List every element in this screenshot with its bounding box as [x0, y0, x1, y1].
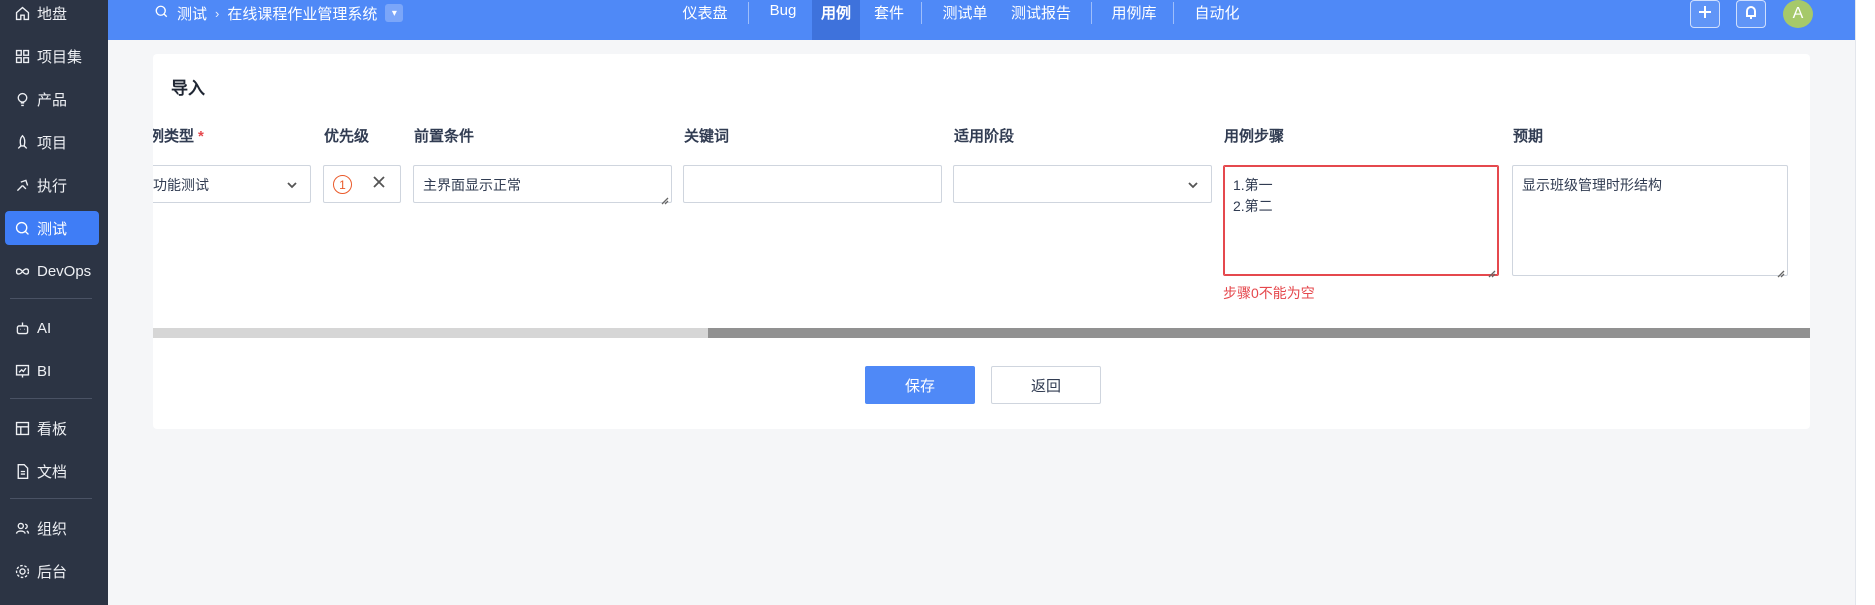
- column-label-priority: 优先级: [324, 128, 370, 145]
- document-icon: [13, 462, 31, 480]
- breadcrumb: 测试 › 在线课程作业管理系统 ▾: [154, 0, 404, 26]
- column-label-stage: 适用阶段: [954, 128, 1015, 145]
- nav-divider: [1091, 2, 1092, 24]
- nav-divider: [1173, 2, 1174, 24]
- sidebar-item-admin[interactable]: 后台: [5, 554, 99, 588]
- resize-handle-icon[interactable]: [661, 192, 669, 205]
- sidebar-item-kanban[interactable]: 看板: [5, 411, 99, 445]
- notification-button[interactable]: [1736, 0, 1766, 28]
- scrollbar-thumb[interactable]: [708, 328, 1810, 338]
- nav-case[interactable]: 用例: [812, 0, 860, 40]
- sidebar-item-label: 项目集: [37, 48, 83, 66]
- keywords-input[interactable]: [683, 165, 942, 203]
- run-icon: [13, 176, 31, 194]
- chevron-down-icon[interactable]: ▾: [385, 4, 404, 22]
- resize-handle-icon[interactable]: [1777, 265, 1785, 278]
- page-title: 导入: [171, 79, 205, 98]
- bell-icon: [1743, 4, 1759, 24]
- right-edge-panel: [1855, 0, 1875, 605]
- gear-icon: [13, 562, 31, 580]
- nav-suite[interactable]: 套件: [865, 0, 913, 40]
- sidebar-item-org[interactable]: 组织: [5, 511, 99, 545]
- chevron-right-icon: ›: [215, 5, 220, 21]
- sidebar-item-label: BI: [37, 362, 52, 380]
- sidebar-item-label: 后台: [37, 563, 68, 581]
- sidebar-item-test[interactable]: 测试: [5, 211, 99, 245]
- expect-textarea[interactable]: 显示班级管理时形结构: [1512, 165, 1788, 278]
- sidebar-item-execution[interactable]: 执行: [5, 168, 99, 202]
- grid-icon: [13, 47, 31, 65]
- sidebar-item-program[interactable]: 项目集: [5, 39, 99, 73]
- column-label-keywords: 关键词: [684, 128, 730, 145]
- test-search-icon: [13, 219, 31, 237]
- sidebar-divider: [10, 498, 92, 499]
- breadcrumb-project[interactable]: 在线课程作业管理系统: [227, 3, 377, 24]
- sidebar-item-label: 地盘: [37, 5, 68, 23]
- resize-handle-icon[interactable]: [1488, 265, 1496, 278]
- sidebar-item-devops[interactable]: DevOps: [5, 254, 99, 288]
- sidebar-divider: [10, 298, 92, 299]
- plus-icon: [1697, 4, 1713, 24]
- required-mark: *: [198, 128, 204, 145]
- avatar[interactable]: A: [1783, 0, 1813, 28]
- sidebar-item-bi[interactable]: BI: [5, 354, 99, 388]
- step-line: 1.第一: [1233, 177, 1273, 193]
- sidebar-item-label: 测试: [37, 220, 68, 238]
- import-form-panel: 导入 用例类型* 优先级 前置条件 关键词 适用阶段 用例步骤 预期 功能测试 …: [153, 54, 1810, 429]
- nav-bug[interactable]: Bug: [763, 0, 803, 40]
- back-button[interactable]: 返回: [991, 366, 1101, 404]
- sidebar-item-doc[interactable]: 文档: [5, 454, 99, 488]
- sidebar-item-label: AI: [37, 319, 52, 337]
- nav-dashboard[interactable]: 仪表盘: [674, 0, 736, 40]
- close-icon[interactable]: [372, 175, 390, 193]
- nav-caselib[interactable]: 用例库: [1104, 0, 1164, 40]
- nav-divider: [748, 2, 749, 24]
- priority-select[interactable]: 1: [323, 165, 401, 203]
- chevron-down-icon: [286, 178, 298, 190]
- top-navbar: 测试 › 在线课程作业管理系统 ▾ 仪表盘 Bug 用例 套件 测试单 测试报告…: [108, 0, 1855, 40]
- sidebar-item-label: 执行: [37, 177, 68, 195]
- sidebar-item-label: 项目: [37, 134, 68, 152]
- steps-error-message: 步骤0不能为空: [1223, 285, 1315, 301]
- column-label-expect: 预期: [1513, 128, 1544, 145]
- create-button[interactable]: [1690, 0, 1720, 28]
- nav-testtask[interactable]: 测试单: [935, 0, 995, 40]
- test-search-icon: [154, 4, 169, 23]
- sidebar-item-label: 组织: [37, 520, 68, 538]
- sidebar-divider: [10, 398, 92, 399]
- lightbulb-icon: [13, 90, 31, 108]
- breadcrumb-module[interactable]: 测试: [177, 3, 207, 24]
- precondition-textarea[interactable]: 主界面显示正常: [413, 165, 672, 205]
- priority-badge: 1: [333, 175, 352, 194]
- column-label-steps: 用例步骤: [1224, 128, 1285, 145]
- chart-board-icon: [13, 362, 31, 380]
- nav-divider: [921, 2, 922, 24]
- sidebar-item-product[interactable]: 产品: [5, 82, 99, 116]
- stage-select[interactable]: [953, 165, 1212, 203]
- case-type-select[interactable]: 功能测试: [153, 165, 311, 203]
- sidebar-item-dashboard[interactable]: 地盘: [5, 0, 99, 30]
- rocket-icon: [13, 133, 31, 151]
- column-label-precondition: 前置条件: [414, 128, 475, 145]
- sidebar-item-label: 看板: [37, 420, 68, 438]
- step-line: 2.第二: [1233, 198, 1273, 214]
- nav-automation[interactable]: 自动化: [1187, 0, 1247, 40]
- sidebar-item-label: 产品: [37, 91, 68, 109]
- nav-testreport[interactable]: 测试报告: [1001, 0, 1081, 40]
- chevron-down-icon: [1187, 178, 1199, 190]
- infinity-icon: [13, 262, 31, 280]
- home-icon: [13, 4, 31, 22]
- sidebar-item-ai[interactable]: AI: [5, 311, 99, 345]
- column-label-type: 用例类型*: [153, 128, 204, 145]
- kanban-icon: [13, 419, 31, 437]
- sidebar-item-label: DevOps: [37, 262, 92, 280]
- robot-icon: [13, 319, 31, 337]
- people-icon: [13, 519, 31, 537]
- sidebar: 地盘 项目集 产品 项目 执行 测试 DevOps AI BI 看板 文档 组织…: [0, 0, 108, 605]
- sidebar-item-label: 文档: [37, 463, 68, 481]
- sidebar-item-project[interactable]: 项目: [5, 125, 99, 159]
- save-button[interactable]: 保存: [865, 366, 975, 404]
- steps-textarea[interactable]: 1.第一 2.第二: [1223, 165, 1499, 278]
